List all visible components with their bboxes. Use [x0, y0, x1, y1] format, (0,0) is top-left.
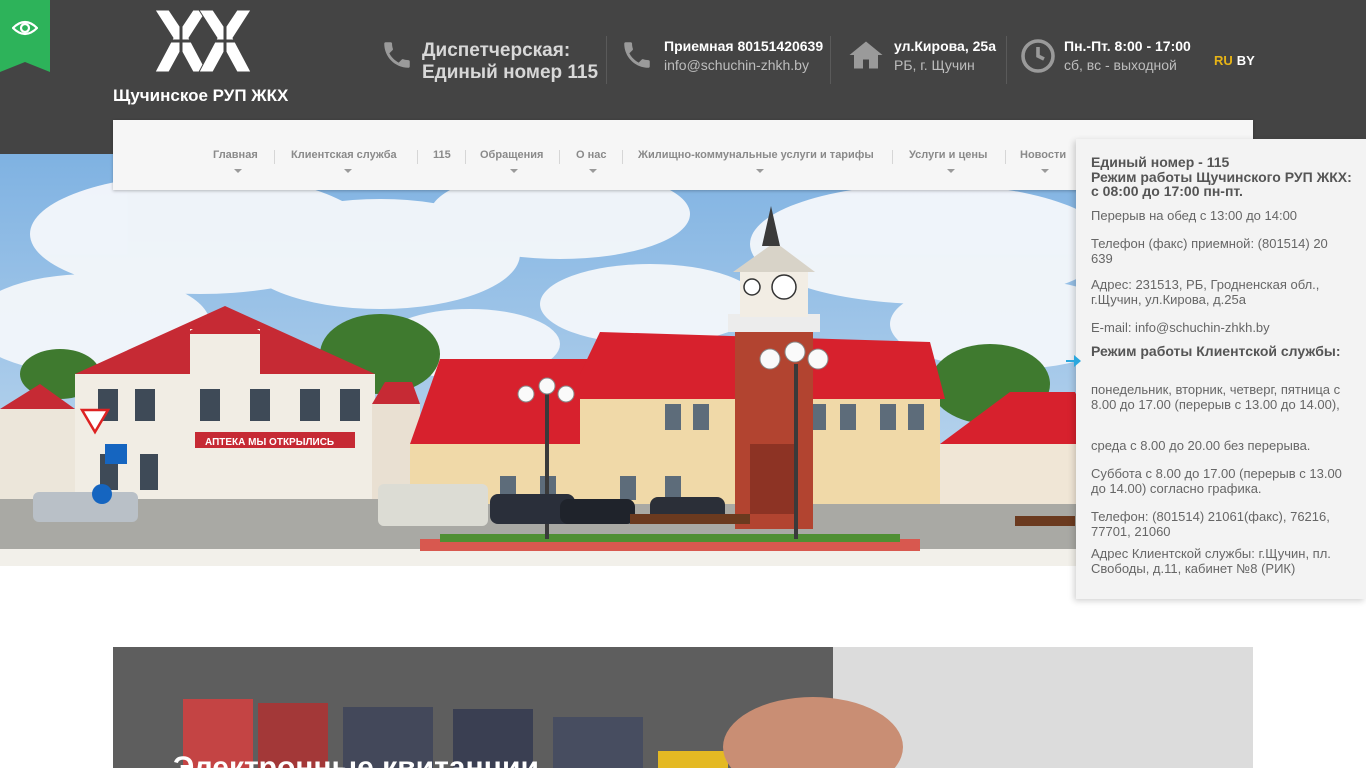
hours-info: Пн.-Пт. 8:00 - 17:00 сб, вс - выходной — [1020, 36, 1200, 86]
shop-sign: АПТЕКА МЫ ОТКРЫЛИСЬ — [205, 437, 334, 448]
nav-label: Клиентская служба — [291, 149, 397, 161]
e-receipts-banner[interactable]: Электронные квитанции — [113, 647, 1253, 768]
banner-photo — [113, 647, 1253, 768]
reception-info: Приемная 8015142063​9 info@schuchin-zhkh… — [620, 36, 823, 86]
panel-address: Адрес: 231513, РБ, Гродненская обл., г.Щ… — [1091, 277, 1320, 307]
nav-item-appeals[interactable]: Обращения — [480, 120, 546, 190]
panel-toggle-arrow-icon[interactable] — [1074, 355, 1081, 367]
nav-label: Услуги и цены — [909, 149, 988, 161]
page: Щучинское РУП ЖКХ Диспетчерская: Единый … — [0, 0, 1366, 768]
nav-divider — [417, 150, 418, 164]
chevron-down-icon — [510, 169, 518, 173]
nav-divider — [622, 150, 623, 164]
nav-item-housing-services[interactable]: Жилищно-коммунальные услуги и тарифы — [638, 120, 880, 190]
panel-title: Единый номер - 115 — [1091, 154, 1230, 170]
nav-label: Новости — [1020, 149, 1067, 161]
chevron-down-icon — [1041, 169, 1049, 173]
nav-label: О нас — [576, 149, 607, 161]
nav-item-home[interactable]: Главная — [213, 120, 261, 190]
address-info: ул.Кирова, 25а РБ, г. Щучин — [848, 36, 1008, 86]
language-switcher: RU BY — [1214, 53, 1255, 68]
contact-panel: Единый номер - 115 Режим работы Щучинско… — [1066, 139, 1366, 599]
panel-lunch: Перерыв на обед с 13:00 до 14:00 — [1091, 208, 1298, 223]
address-city: РБ, г. Щучин — [894, 57, 975, 73]
clock-icon — [1021, 39, 1055, 73]
accessibility-toggle[interactable] — [0, 0, 50, 72]
nav-item-115[interactable]: 115 — [433, 120, 453, 190]
dispatch-info: Диспетчерская: Единый номер 115 — [380, 36, 600, 86]
logo-mark-icon — [154, 9, 252, 73]
eye-icon — [12, 20, 38, 36]
panel-client-title: Режим работы Клиентской службы: — [1091, 343, 1341, 359]
chevron-down-icon — [234, 169, 242, 173]
panel-email[interactable]: E-mail: info@schuchin-zhkh.by — [1091, 320, 1353, 335]
nav-divider — [892, 150, 893, 164]
divider — [830, 36, 831, 84]
chevron-down-icon — [589, 169, 597, 173]
chevron-down-icon — [344, 169, 352, 173]
chevron-down-icon — [947, 169, 955, 173]
banner-title: Электронные квитанции — [173, 751, 539, 768]
nav-divider — [465, 150, 466, 164]
nav-divider — [559, 150, 560, 164]
lang-ru[interactable]: RU — [1214, 53, 1233, 68]
reception-email[interactable]: info@schuchin-zhkh.by — [664, 57, 809, 73]
home-icon — [849, 41, 883, 69]
nav-label: 115 — [433, 149, 451, 161]
nav-label: Жилищно-коммунальные услуги и тарифы — [638, 149, 874, 161]
nav-item-client-service[interactable]: Клиентская служба — [291, 120, 403, 190]
chevron-down-icon — [756, 169, 764, 173]
panel-client-address: Адрес Клиентской службы: г.Щучин, пл. Св… — [1091, 546, 1331, 576]
panel-phone: Телефон (факс) приемной: (801514) 20 639 — [1091, 236, 1328, 266]
panel-arrow-icon[interactable] — [1066, 360, 1074, 362]
dispatch-number[interactable]: Единый номер 115 — [422, 62, 598, 84]
address-street: ул.Кирова, 25а — [894, 38, 996, 54]
nav-label: Обращения — [480, 149, 544, 161]
panel-client-phone: Телефон: (801514) 21061(факс), 76216, 77… — [1091, 509, 1330, 539]
nav-item-about[interactable]: О нас — [576, 120, 610, 190]
nav-item-services-prices[interactable]: Услуги и цены — [909, 120, 991, 190]
dispatch-label: Диспетчерская: — [422, 40, 571, 61]
phone-icon — [624, 42, 650, 68]
nav-divider — [1005, 150, 1006, 164]
hours-weekdays: Пн.-Пт. 8:00 - 17:00 — [1064, 38, 1191, 54]
panel-work-hours: Режим работы Щучинского РУП ЖКХ: с 08:00… — [1091, 169, 1352, 199]
lang-by[interactable]: BY — [1237, 53, 1255, 68]
phone-icon — [384, 42, 410, 68]
nav-divider — [274, 150, 275, 164]
reception-phone[interactable]: Приемная 8015142063​9 — [664, 38, 823, 54]
logo[interactable]: Щучинское РУП ЖКХ — [113, 8, 299, 108]
panel-client-saturday: Суббота с 8.00 до 17.00 (перерыв с 13.00… — [1091, 466, 1342, 496]
divider — [1006, 36, 1007, 84]
panel-client-days: понедельник, вторник, четверг, пятница с… — [1091, 382, 1341, 412]
nav-item-news[interactable]: Новости — [1020, 120, 1070, 190]
org-name: Щучинское РУП ЖКХ — [113, 86, 289, 105]
panel-client-wednesday: среда с 8.00 до 20.00 без перерыва. — [1091, 438, 1311, 453]
nav-label: Главная — [213, 149, 258, 161]
divider — [606, 36, 607, 84]
hours-weekend: сб, вс - выходной — [1064, 57, 1177, 73]
